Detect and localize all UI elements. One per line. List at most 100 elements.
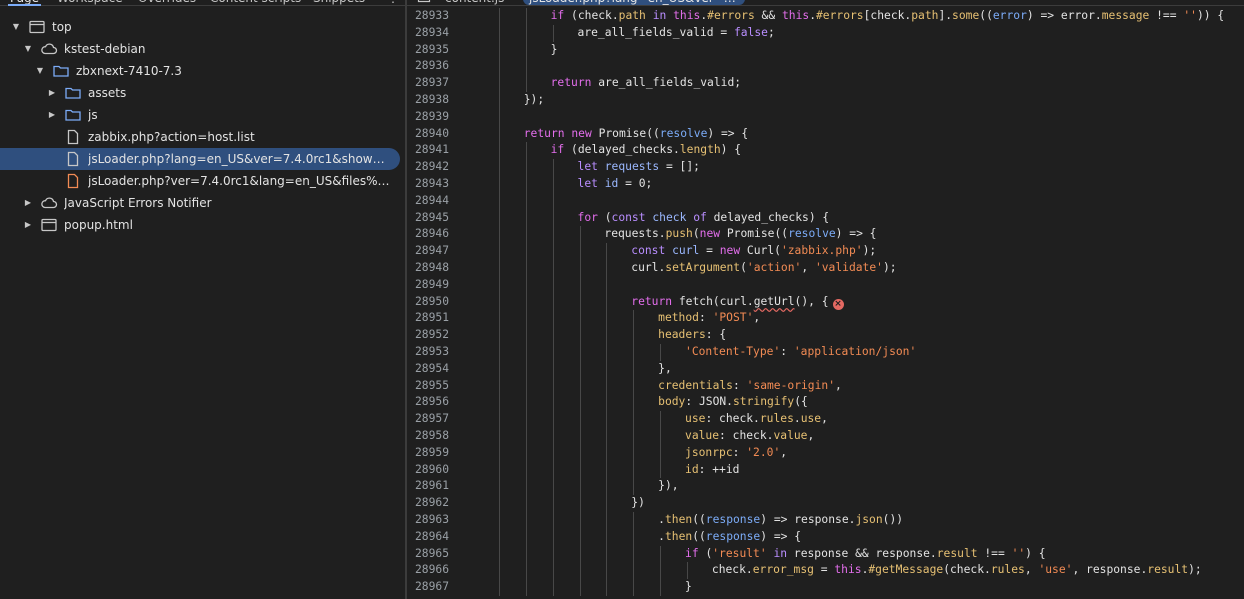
code-line[interactable]: 28951 method: 'POST',: [407, 310, 1244, 328]
code-line[interactable]: 28957 use: check.rules.use,: [407, 411, 1244, 428]
code-line[interactable]: 28961}),: [407, 478, 1244, 496]
tree-item[interactable]: jsLoader.php?lang=en_US&ver=7.4.0rc1&sho…: [0, 148, 400, 170]
code-line[interactable]: 28963 .then((response) => response.json()…: [407, 511, 1244, 529]
code-line[interactable]: 28964 .then((response) => {: [407, 528, 1244, 546]
source-editor[interactable]: content.js jsLoader.php?lang=en_US&ver=7.…: [407, 0, 1244, 599]
tree-item[interactable]: ▼ kstest-debian: [0, 38, 400, 60]
code-line[interactable]: 28943 let id = 0;: [407, 175, 1244, 193]
navigator-tab-page[interactable]: Page: [7, 0, 42, 6]
tree-item[interactable]: ▶ assets: [0, 82, 400, 104]
tree-item[interactable]: ▼ top: [0, 16, 400, 38]
expand-down-icon[interactable]: ▼: [10, 16, 22, 38]
code-line[interactable]: 28938});: [407, 91, 1244, 109]
line-number[interactable]: 28954: [407, 361, 449, 378]
line-number[interactable]: 28965: [407, 546, 449, 563]
line-number[interactable]: 28944: [407, 193, 449, 210]
navigator-tab-content-scripts[interactable]: Content scripts: [210, 0, 301, 5]
code-text: body: JSON.stringify({: [658, 395, 808, 409]
line-number[interactable]: 28941: [407, 142, 449, 159]
code-line[interactable]: 28950 return fetch(curl.getUrl(), {×: [407, 293, 1244, 311]
line-number[interactable]: 28940: [407, 126, 449, 143]
line-number[interactable]: 28948: [407, 260, 449, 277]
code-line[interactable]: 28947 const curl = new Curl('zabbix.php')…: [407, 243, 1244, 260]
expand-down-icon[interactable]: ▼: [34, 60, 46, 82]
line-number[interactable]: 28947: [407, 243, 449, 260]
line-number[interactable]: 28953: [407, 344, 449, 361]
error-icon[interactable]: ×: [832, 298, 844, 310]
tree-item[interactable]: ▶ JavaScript Errors Notifier: [0, 192, 400, 214]
line-number[interactable]: 28938: [407, 92, 449, 109]
line-number[interactable]: 28952: [407, 327, 449, 344]
line-number[interactable]: 28955: [407, 378, 449, 395]
line-number[interactable]: 28942: [407, 159, 449, 176]
tree-item[interactable]: jsLoader.php?ver=7.4.0rc1&lang=en_US&fil…: [0, 170, 400, 192]
expand-right-icon[interactable]: ▶: [46, 82, 58, 104]
line-number[interactable]: 28963: [407, 512, 449, 529]
editor-tab[interactable]: jsLoader.php?lang=en_US&ver=7.4.0rc1&sho…: [523, 0, 745, 5]
code-line[interactable]: 28966 check.error_msg = this.#getMessage(…: [407, 562, 1244, 580]
line-number[interactable]: 28967: [407, 579, 449, 596]
code-line[interactable]: 28958 value: check.value,: [407, 427, 1244, 445]
line-number[interactable]: 28945: [407, 210, 449, 227]
navigator-tab-overrides[interactable]: Overrides: [138, 0, 196, 5]
line-number[interactable]: 28946: [407, 226, 449, 243]
line-number[interactable]: 28959: [407, 445, 449, 462]
code-line[interactable]: 28956 body: JSON.stringify({: [407, 394, 1244, 412]
code-line[interactable]: 28952 headers: {: [407, 327, 1244, 344]
sources-navigator: Page Workspace Overrides Content scripts Sni…: [0, 0, 405, 599]
line-number[interactable]: 28961: [407, 478, 449, 495]
code-line[interactable]: 28935}: [407, 41, 1244, 59]
line-number[interactable]: 28935: [407, 42, 449, 59]
code-line[interactable]: 28946 requests.push(new Promise((resolve)…: [407, 226, 1244, 244]
line-number[interactable]: 28960: [407, 462, 449, 479]
line-number[interactable]: 28962: [407, 495, 449, 512]
tree-item[interactable]: zabbix.php?action=host.list: [0, 126, 400, 148]
code-line[interactable]: 28962}): [407, 495, 1244, 512]
expand-right-icon[interactable]: ▶: [46, 104, 58, 126]
line-number[interactable]: 28936: [407, 58, 449, 75]
tree-item[interactable]: ▶ js: [0, 104, 400, 126]
line-number[interactable]: 28934: [407, 25, 449, 42]
code-view[interactable]: 28933 if (check.path in this.#errors && t…: [407, 8, 1244, 596]
code-line[interactable]: 28953 'Content-Type': 'application/json': [407, 343, 1244, 361]
code-line[interactable]: 28949: [407, 276, 1244, 294]
code-line[interactable]: 28934 are_all_fields_valid = false;: [407, 24, 1244, 42]
code-line[interactable]: 28959 jsonrpc: '2.0',: [407, 444, 1244, 462]
navigator-tab-workspace[interactable]: Workspace: [57, 0, 123, 5]
line-number[interactable]: 28957: [407, 411, 449, 428]
tree-item[interactable]: ▶ popup.html: [0, 214, 400, 236]
expand-right-icon[interactable]: ▶: [22, 214, 34, 236]
code-line[interactable]: 28965 if ('result' in response && respons…: [407, 545, 1244, 563]
code-line[interactable]: 28939: [407, 108, 1244, 126]
line-number[interactable]: 28950: [407, 294, 449, 311]
line-number[interactable]: 28964: [407, 529, 449, 546]
line-number[interactable]: 28958: [407, 428, 449, 445]
code-line[interactable]: 28936: [407, 58, 1244, 76]
line-number[interactable]: 28939: [407, 109, 449, 126]
code-line[interactable]: 28944: [407, 192, 1244, 210]
code-line[interactable]: 28933 if (check.path in this.#errors && t…: [407, 8, 1244, 25]
code-line[interactable]: 28940 return new Promise((resolve) => {: [407, 125, 1244, 143]
editor-tab[interactable]: content.js: [445, 0, 504, 5]
code-line[interactable]: 28955 credentials: 'same-origin',: [407, 377, 1244, 395]
more-tabs-icon[interactable]: ⋮: [387, 0, 399, 5]
tree-item[interactable]: ▼ zbxnext-7410-7.3: [0, 60, 400, 82]
line-number[interactable]: 28951: [407, 310, 449, 327]
expand-right-icon[interactable]: ▶: [22, 192, 34, 214]
code-line[interactable]: 28967}: [407, 579, 1244, 596]
line-number[interactable]: 28949: [407, 277, 449, 294]
code-line[interactable]: 28941 if (delayed_checks.length) {: [407, 142, 1244, 160]
navigator-tab-snippets[interactable]: Snippets: [313, 0, 365, 5]
line-number[interactable]: 28937: [407, 75, 449, 92]
code-line[interactable]: 28942 let requests = [];: [407, 159, 1244, 176]
line-number[interactable]: 28933: [407, 8, 449, 25]
expand-down-icon[interactable]: ▼: [22, 38, 34, 60]
code-line[interactable]: 28948 curl.setArgument('action', 'validat…: [407, 259, 1244, 277]
code-line[interactable]: 28960 id: ++id: [407, 461, 1244, 479]
line-number[interactable]: 28956: [407, 394, 449, 411]
code-line[interactable]: 28954},: [407, 360, 1244, 378]
line-number[interactable]: 28943: [407, 176, 449, 193]
code-line[interactable]: 28945 for (const check of delayed_checks)…: [407, 209, 1244, 227]
code-line[interactable]: 28937 return are_all_fields_valid;: [407, 75, 1244, 92]
line-number[interactable]: 28966: [407, 562, 449, 579]
